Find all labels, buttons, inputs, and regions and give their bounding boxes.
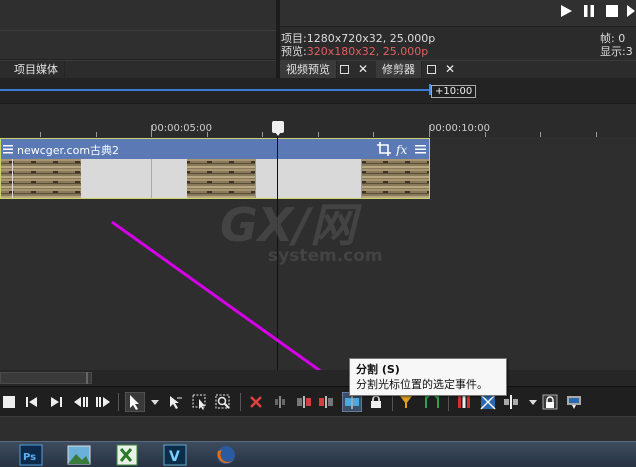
firefox-icon[interactable] [214,444,238,466]
auto-crossfade-icon[interactable] [480,394,496,410]
prev-frame-icon[interactable] [73,394,89,410]
tooltip-description: 分割光标位置的选定事件。 [356,378,488,391]
chevron-down-icon[interactable] [150,394,160,410]
selection-tool-icon[interactable] [192,394,208,410]
scroll-thumb[interactable] [0,372,92,384]
zoom-tool-icon[interactable] [215,394,231,410]
tooltip-title: 分割 (S) [356,363,400,376]
lock-icon[interactable] [368,394,384,410]
timeline-toolbar [0,386,636,416]
scroll-grip[interactable] [86,372,88,384]
auto-ripple-icon[interactable] [503,394,519,410]
svg-text:V: V [169,449,180,465]
trim-end-icon[interactable] [318,394,334,410]
marker-icon[interactable] [398,394,414,410]
trim-icon[interactable] [272,394,288,410]
vegas-pro-icon[interactable]: V [163,444,187,466]
next-frame-icon[interactable] [95,394,111,410]
photo-viewer-icon[interactable] [67,444,91,466]
stop-icon[interactable] [1,394,17,410]
snapping-icon[interactable] [566,394,582,410]
excel-icon[interactable] [115,444,139,466]
svg-text:Ps: Ps [23,452,36,463]
photoshop-icon[interactable]: Ps [19,444,43,466]
region-icon[interactable] [424,394,440,410]
windows-taskbar: Ps V [0,441,636,467]
horizontal-scrollbar[interactable] [0,370,636,386]
split-tooltip: 分割 (S) 分割光标位置的选定事件。 [349,358,507,396]
lock-envelopes-icon[interactable] [542,394,558,410]
envelope-tool-icon[interactable] [168,394,184,410]
toolbar-separator [240,393,241,411]
go-to-end-icon[interactable] [48,394,64,410]
toolbar-separator [118,393,119,411]
trim-start-icon[interactable] [296,394,312,410]
ignore-grouping-icon[interactable] [456,394,472,410]
status-area [0,416,636,441]
go-to-start-icon[interactable] [24,394,40,410]
delete-icon[interactable] [248,394,264,410]
chevron-down-icon[interactable] [528,394,538,410]
normal-edit-tool-icon[interactable] [125,392,145,412]
